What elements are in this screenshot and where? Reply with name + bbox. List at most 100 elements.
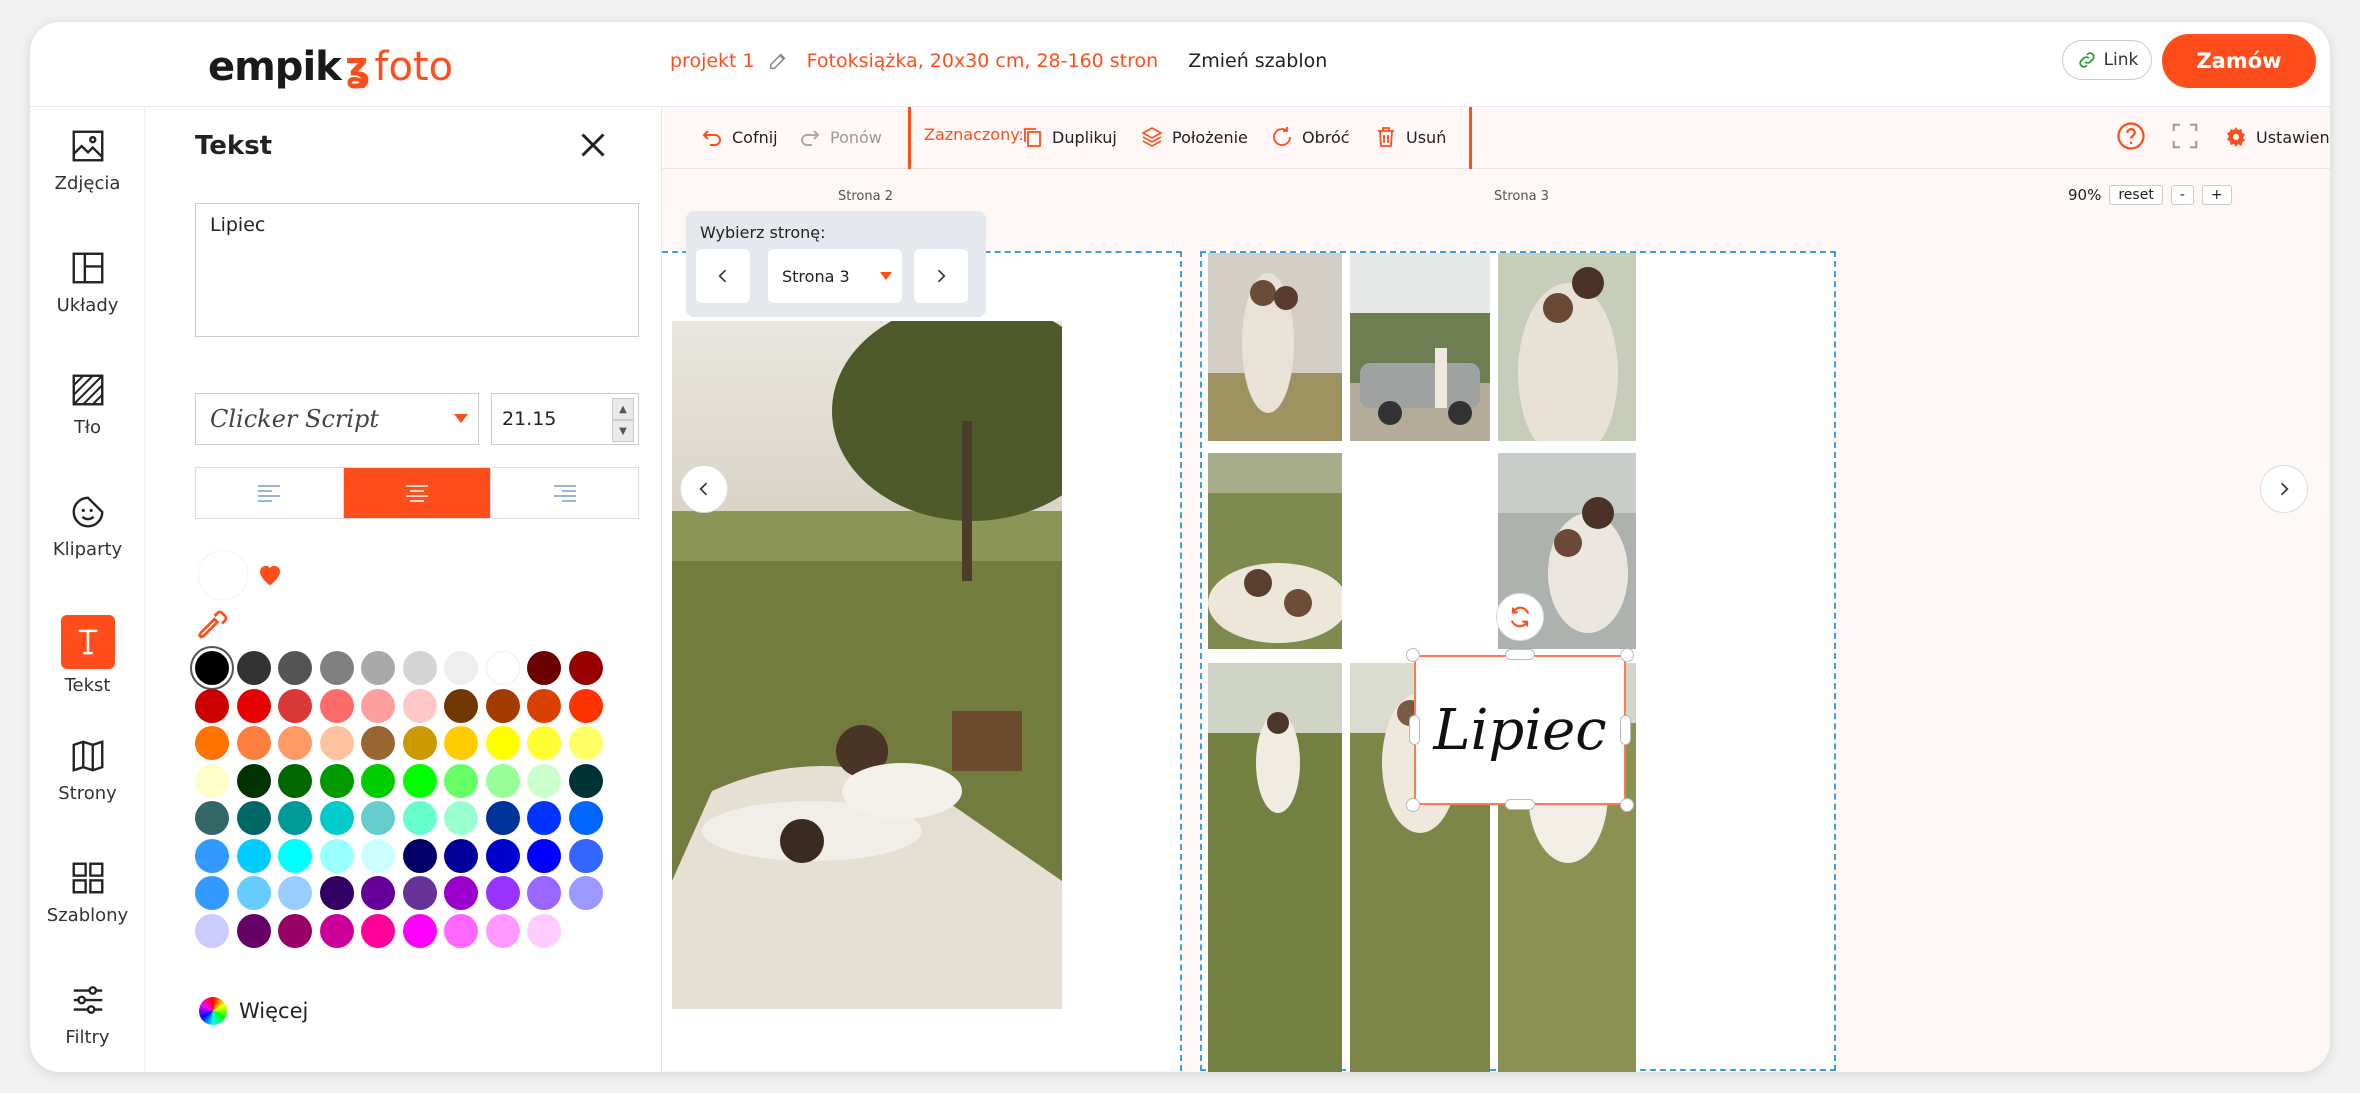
sidebar-item-text[interactable]: Tekst: [30, 615, 145, 715]
align-center-button[interactable]: [343, 468, 492, 518]
color-swatch[interactable]: [319, 688, 354, 723]
color-swatch[interactable]: [527, 726, 561, 760]
sidebar-item-pages[interactable]: Strony: [30, 737, 145, 837]
size-up-icon[interactable]: ▲: [612, 398, 634, 420]
color-swatch[interactable]: [278, 651, 312, 685]
color-swatch[interactable]: [527, 838, 561, 873]
color-swatch[interactable]: [444, 688, 478, 723]
color-swatch[interactable]: [527, 688, 561, 723]
color-swatch[interactable]: [195, 876, 229, 910]
selected-text-box[interactable]: Lipiec: [1414, 655, 1626, 805]
color-swatch[interactable]: [195, 651, 229, 685]
color-swatch[interactable]: [319, 651, 354, 685]
project-description[interactable]: Fotoksiążka, 20x30 cm, 28-160 stron: [807, 50, 1159, 72]
color-swatch[interactable]: [485, 913, 520, 948]
color-swatch[interactable]: [402, 876, 437, 910]
spread-next-button[interactable]: [2260, 465, 2308, 513]
sidebar-item-background[interactable]: Tło: [30, 371, 145, 471]
resize-handle-br[interactable]: [1620, 798, 1634, 812]
heart-icon[interactable]: [255, 559, 285, 589]
color-swatch[interactable]: [527, 913, 561, 948]
fullscreen-button[interactable]: [2170, 121, 2200, 151]
rotate-handle[interactable]: [1496, 593, 1544, 641]
color-swatch[interactable]: [444, 801, 478, 835]
color-swatch[interactable]: [568, 763, 603, 798]
color-swatch[interactable]: [402, 913, 437, 948]
zoom-out-button[interactable]: -: [2170, 185, 2194, 205]
change-template-link[interactable]: Zmień szablon: [1188, 50, 1327, 72]
page-2[interactable]: [662, 251, 1182, 1071]
help-button[interactable]: [2116, 121, 2146, 151]
edit-pencil-icon[interactable]: [767, 50, 789, 72]
color-swatch[interactable]: [568, 801, 603, 835]
photo-2[interactable]: [1350, 253, 1490, 441]
color-swatch[interactable]: [527, 876, 561, 910]
font-size-input[interactable]: 21.15 ▲ ▼: [491, 393, 639, 445]
color-swatch[interactable]: [278, 801, 312, 835]
page-select[interactable]: Strona 3: [768, 249, 902, 303]
color-swatch[interactable]: [485, 838, 520, 873]
color-swatch[interactable]: [485, 801, 520, 835]
next-page-button[interactable]: [914, 249, 968, 303]
resize-handle-right[interactable]: [1620, 715, 1631, 745]
color-swatch[interactable]: [195, 763, 229, 798]
align-left-button[interactable]: [196, 468, 344, 518]
close-icon[interactable]: [575, 127, 611, 163]
current-color-swatch[interactable]: [199, 551, 247, 599]
align-right-button[interactable]: [491, 468, 638, 518]
color-swatch[interactable]: [568, 726, 603, 760]
color-swatch[interactable]: [361, 726, 395, 760]
size-down-icon[interactable]: ▼: [612, 420, 634, 442]
color-swatch[interactable]: [278, 688, 312, 723]
color-swatch[interactable]: [402, 726, 437, 760]
color-swatch[interactable]: [236, 651, 271, 685]
font-select[interactable]: Clicker Script: [195, 393, 479, 445]
color-swatch[interactable]: [361, 763, 395, 798]
position-button[interactable]: Położenie: [1140, 125, 1248, 149]
color-swatch[interactable]: [444, 838, 478, 873]
color-swatch[interactable]: [278, 838, 312, 873]
color-swatch[interactable]: [236, 876, 271, 910]
color-swatch[interactable]: [402, 651, 437, 685]
color-swatch[interactable]: [361, 688, 395, 723]
resize-handle-tl[interactable]: [1406, 648, 1420, 662]
color-swatch[interactable]: [361, 913, 395, 948]
photo-3[interactable]: [1498, 253, 1636, 441]
color-swatch[interactable]: [485, 726, 520, 760]
undo-button[interactable]: Cofnij: [700, 125, 778, 149]
color-swatch[interactable]: [319, 763, 354, 798]
color-swatch[interactable]: [236, 838, 271, 873]
color-swatch[interactable]: [278, 876, 312, 910]
color-swatch[interactable]: [319, 801, 354, 835]
color-swatch[interactable]: [568, 838, 603, 873]
zoom-reset-button[interactable]: reset: [2109, 185, 2163, 205]
color-swatch[interactable]: [444, 651, 478, 685]
duplicate-button[interactable]: Duplikuj: [1020, 125, 1117, 149]
color-swatch[interactable]: [444, 876, 478, 910]
color-swatch[interactable]: [568, 688, 603, 723]
color-swatch[interactable]: [195, 838, 229, 873]
project-name[interactable]: projekt 1: [670, 50, 755, 72]
color-swatch[interactable]: [527, 801, 561, 835]
color-swatch[interactable]: [402, 801, 437, 835]
color-swatch[interactable]: [195, 801, 229, 835]
color-swatch[interactable]: [236, 913, 271, 948]
color-swatch[interactable]: [402, 763, 437, 798]
eyedropper-icon[interactable]: [195, 607, 231, 643]
color-swatch[interactable]: [278, 726, 312, 760]
photo-couple-field[interactable]: [672, 321, 1062, 1009]
order-button[interactable]: Zamów: [2162, 34, 2316, 88]
color-swatch[interactable]: [485, 876, 520, 910]
color-swatch[interactable]: [444, 763, 478, 798]
zoom-in-button[interactable]: +: [2201, 185, 2232, 205]
color-swatch[interactable]: [402, 688, 437, 723]
color-swatch[interactable]: [361, 838, 395, 873]
sidebar-item-templates[interactable]: Szablony: [30, 859, 145, 959]
color-swatch[interactable]: [527, 651, 561, 685]
redo-button[interactable]: Ponów: [798, 125, 882, 149]
text-input[interactable]: Lipiec: [195, 203, 639, 337]
color-swatch[interactable]: [319, 913, 354, 948]
color-swatch[interactable]: [568, 651, 603, 685]
color-swatch[interactable]: [236, 726, 271, 760]
color-swatch[interactable]: [195, 726, 229, 760]
